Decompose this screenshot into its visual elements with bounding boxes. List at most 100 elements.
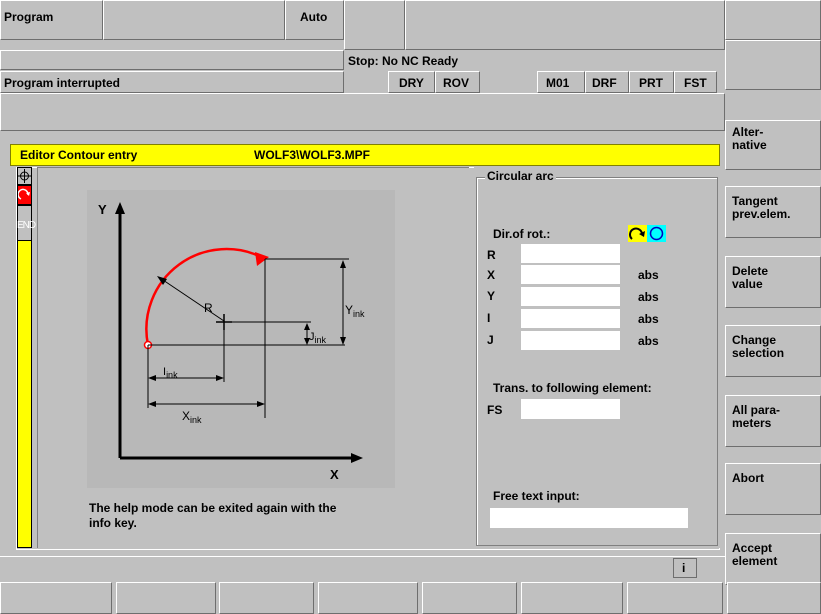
x-axis-arrow — [351, 453, 363, 463]
free-text-label: Free text input: — [493, 489, 580, 503]
softkey-delete-value-label: Delete value — [732, 264, 769, 291]
indicator-drf: DRF — [585, 71, 629, 93]
param-i-input[interactable] — [521, 309, 620, 328]
mode-cell: Auto — [285, 0, 344, 40]
indicator-prt-label: PRT — [639, 76, 663, 90]
trans-label: Trans. to following element: — [493, 381, 652, 395]
softkey-v2[interactable] — [725, 40, 821, 90]
editor-file-name: WOLF3\WOLF3.MPF — [254, 148, 370, 162]
arc-path — [145, 247, 266, 346]
program-area-cell: Program — [0, 0, 103, 40]
softkey-h4[interactable] — [318, 582, 418, 614]
softkey-h3[interactable] — [219, 582, 314, 614]
circular-arc-diagram: Y X R Yink Jink Iink Xink — [98, 202, 365, 482]
axis-x-label: X — [330, 467, 339, 482]
softkey-h1[interactable] — [0, 582, 112, 614]
indicator-rov: ROV — [435, 71, 480, 93]
mode-label: Auto — [300, 10, 328, 24]
softkey-accept-element-label: Accept element — [732, 541, 778, 568]
softkey-h7[interactable] — [627, 582, 723, 614]
softkey-delete-value[interactable]: Delete value — [725, 256, 821, 308]
indicator-rov-label: ROV — [443, 76, 470, 90]
indicator-m01: M01 — [537, 71, 585, 93]
param-y-input[interactable] — [521, 287, 620, 306]
softkey-h5[interactable] — [422, 582, 517, 614]
help-text-line2: info key. — [89, 516, 137, 530]
fs-input[interactable] — [521, 399, 620, 419]
softkey-tangent[interactable]: Tangent prev.elem. — [725, 186, 821, 238]
param-y-label: Y — [487, 289, 496, 303]
indicator-drf-label: DRF — [592, 76, 617, 90]
program-status-cell: Program interrupted — [0, 71, 344, 93]
softkey-all-parameters[interactable]: All para- meters — [725, 395, 821, 447]
param-r-label: R — [487, 248, 496, 262]
param-j-input[interactable] — [521, 331, 620, 350]
counterclockwise-circle-icon — [649, 226, 664, 241]
softkey-tangent-label: Tangent prev.elem. — [732, 194, 791, 221]
element-arc[interactable] — [17, 185, 32, 205]
indicator-prt: PRT — [629, 71, 674, 93]
axis-y-label: Y — [98, 202, 107, 217]
dir-rot-cw-option[interactable] — [628, 225, 647, 242]
y-axis-arrow — [115, 202, 125, 214]
softkey-abort-label: Abort — [732, 471, 764, 485]
param-x-input[interactable] — [521, 265, 620, 284]
bottom-info-bar — [0, 556, 725, 580]
param-y-unit: abs — [638, 290, 659, 304]
indicator-dry-label: DRY — [399, 76, 424, 90]
help-graphic: Y X R Yink Jink Iink Xink — [87, 190, 395, 488]
radius-line — [162, 279, 225, 322]
y-ink-label: Yink — [345, 303, 365, 319]
program-name-cell — [103, 0, 285, 40]
message-bar — [0, 93, 725, 131]
program-area-label: Program — [4, 10, 54, 24]
softkey-all-parameters-label: All para- meters — [732, 403, 781, 430]
editor-title-bar: Editor Contour entry WOLF3\WOLF3.MPF — [10, 144, 720, 166]
softkey-change-selection-label: Change selection — [732, 333, 785, 360]
fs-label: FS — [487, 403, 503, 417]
element-end[interactable]: END — [17, 205, 36, 241]
dir-rot-ccw-option[interactable] — [647, 225, 666, 242]
dir-rot-label: Dir.of rot.: — [493, 227, 551, 241]
arc-element-icon — [17, 188, 30, 200]
param-x-unit: abs — [638, 268, 659, 282]
softkey-h2[interactable] — [116, 582, 216, 614]
param-i-unit: abs — [638, 312, 659, 326]
crosshair-icon — [18, 169, 31, 183]
channel-info-cell — [405, 0, 725, 50]
info-key-button[interactable]: i — [673, 558, 697, 578]
free-text-input[interactable] — [490, 508, 688, 528]
param-j-unit: abs — [638, 334, 659, 348]
element-start-point[interactable] — [17, 167, 32, 185]
indicator-fst: FST — [674, 71, 717, 93]
j-ink-label: Jink — [309, 331, 327, 345]
radius-label: R — [204, 301, 213, 315]
clockwise-arrow-icon — [629, 227, 645, 240]
param-x-label: X — [487, 268, 496, 282]
indicator-dry: DRY — [388, 71, 435, 93]
param-j-label: J — [487, 333, 494, 347]
softkey-h8[interactable] — [727, 582, 821, 614]
softkey-change-selection[interactable]: Change selection — [725, 325, 821, 377]
softkey-abort[interactable]: Abort — [725, 463, 821, 515]
stop-message: Stop: No NC Ready — [348, 54, 459, 68]
indicator-m01-label: M01 — [546, 76, 570, 90]
param-i-label: I — [487, 311, 491, 325]
softkey-v1[interactable] — [725, 0, 821, 40]
softkey-alternative[interactable]: Alter- native — [725, 120, 821, 170]
program-status-text: Program interrupted — [4, 76, 121, 90]
softkey-alternative-label: Alter- native — [732, 125, 767, 152]
x-ink-label: Xink — [182, 409, 202, 425]
softkey-h6[interactable] — [521, 582, 623, 614]
param-r-input[interactable] — [521, 244, 620, 263]
help-text-line1: The help mode can be exited again with t… — [89, 501, 337, 515]
info-icon: i — [682, 561, 686, 575]
channel-cell — [344, 0, 405, 50]
softkey-accept-element[interactable]: Accept element — [725, 533, 821, 585]
editor-title: Editor Contour entry — [20, 148, 138, 162]
header-row2-left — [0, 50, 344, 70]
indicator-fst-label: FST — [684, 76, 707, 90]
group-title: Circular arc — [485, 169, 556, 183]
element-end-label: END — [17, 220, 36, 231]
i-ink-label: Iink — [163, 366, 178, 380]
